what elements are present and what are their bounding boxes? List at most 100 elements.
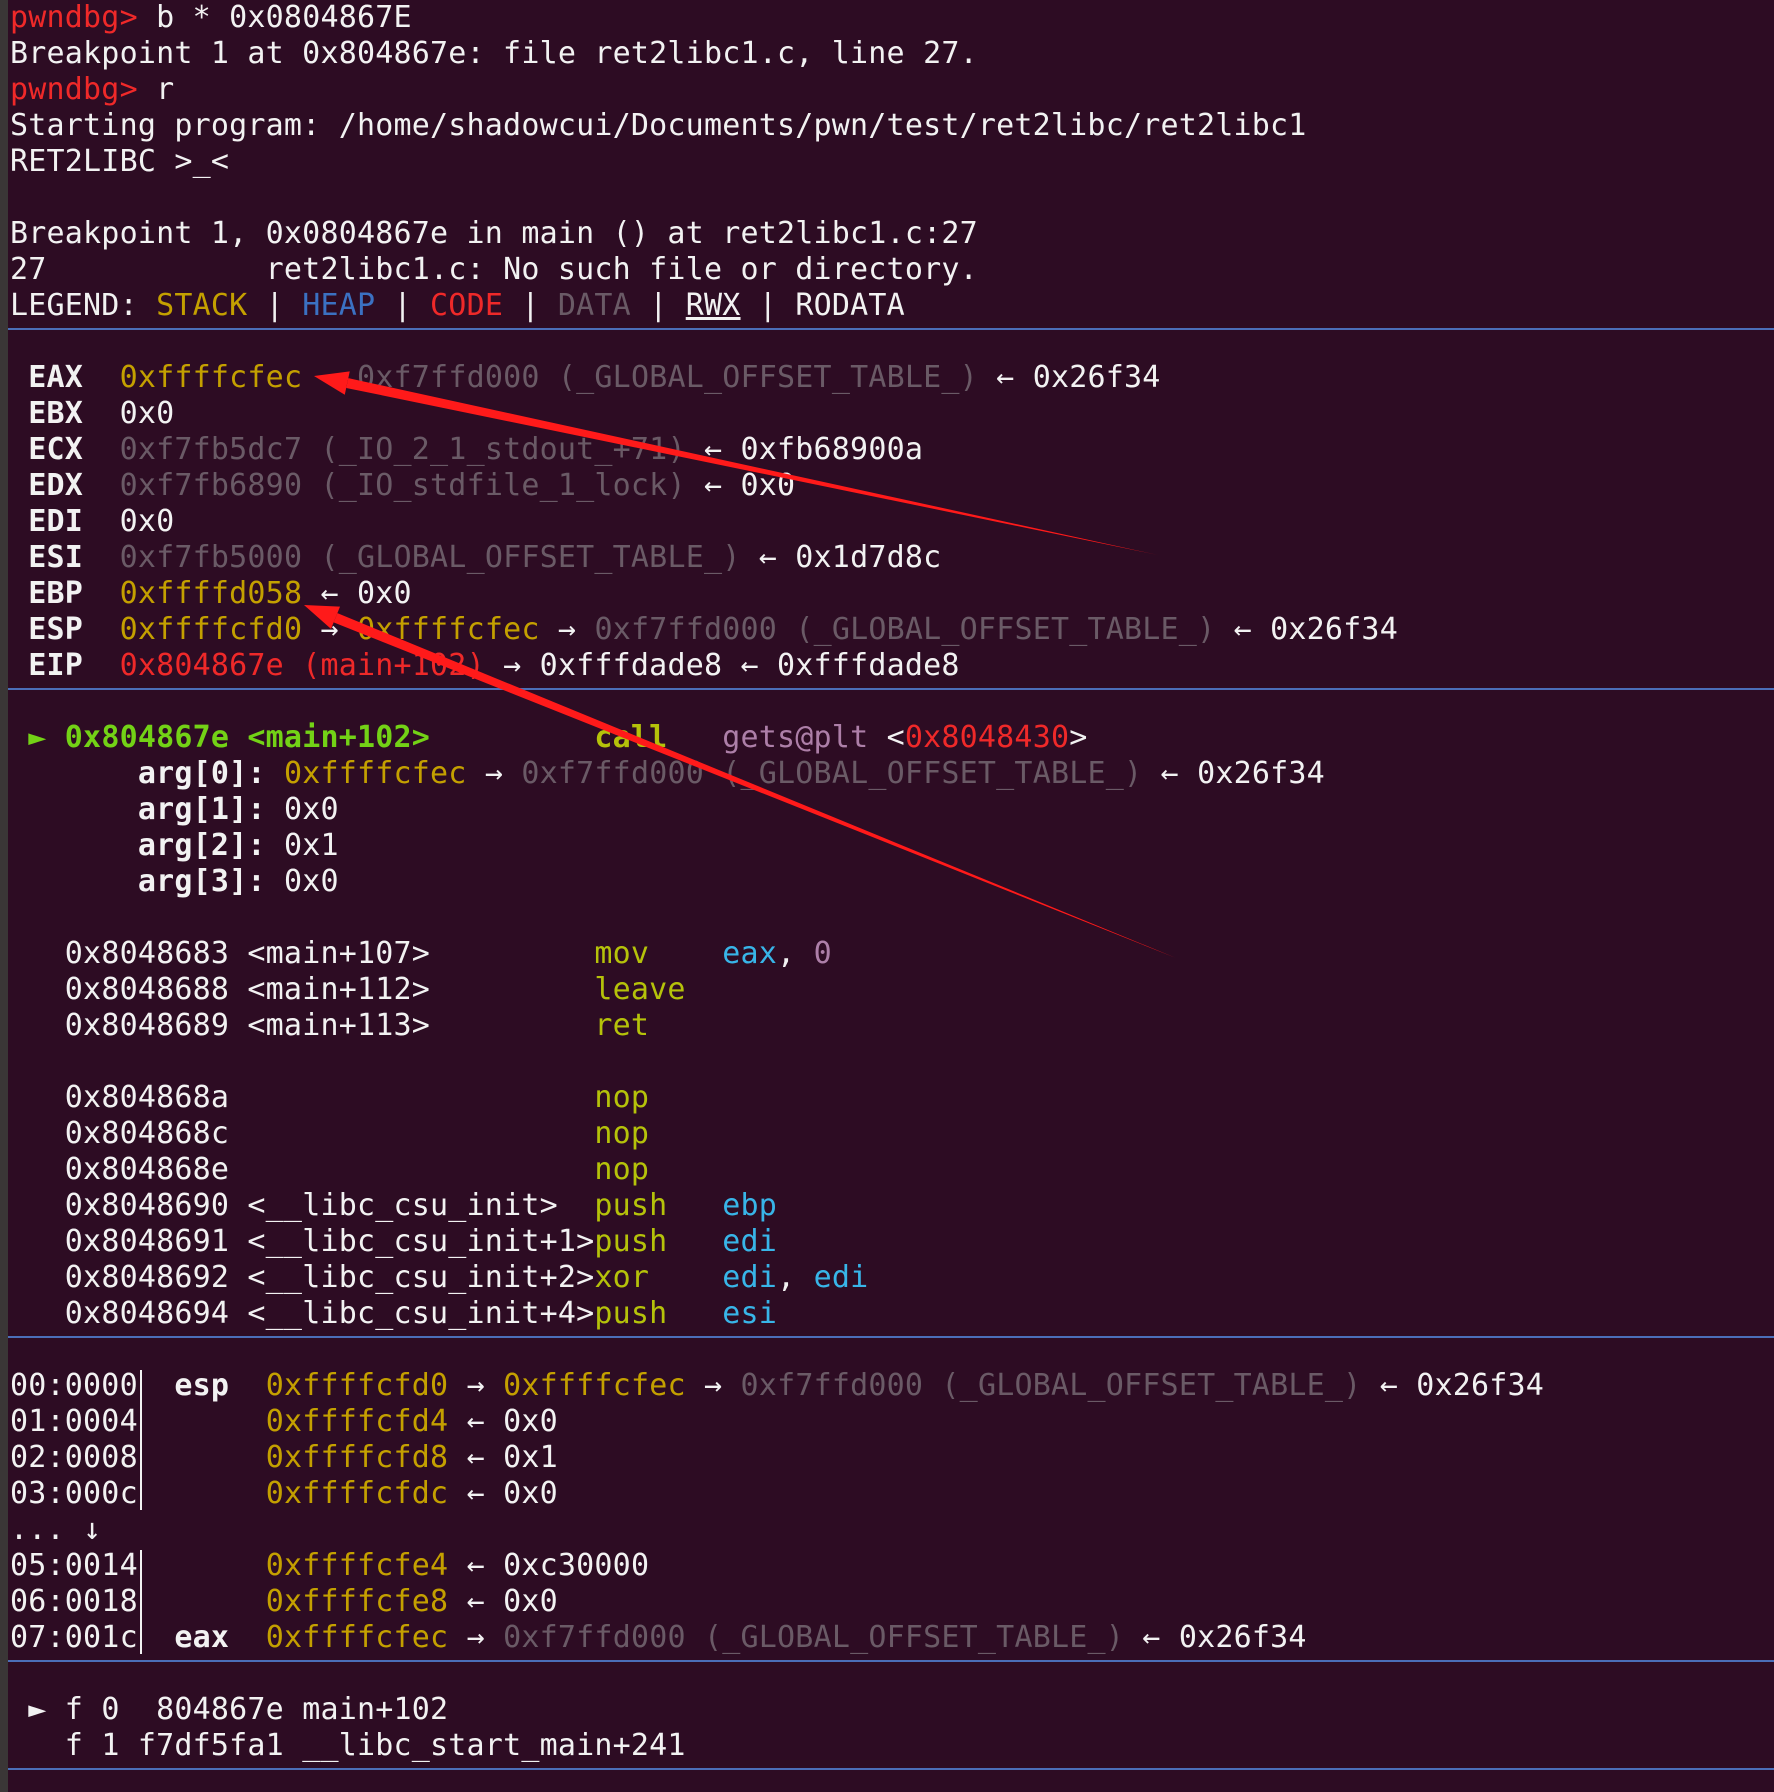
mnemonic: call [594, 720, 723, 755]
mnemonic: push [594, 1224, 723, 1259]
disasm-line: 0x8048689 <main+113> ret [10, 1008, 649, 1044]
disasm-line: 0x8048683 <main+107> mov eax, 0 [10, 936, 832, 972]
stack-value: → [685, 1368, 741, 1403]
register-row: EAX 0xffffcfec → 0xf7ffd000 (_GLOBAL_OFF… [10, 360, 1161, 396]
register-chain: → [302, 360, 358, 395]
stack-value: ← 0x0 [448, 1476, 558, 1511]
instruction-address: 0x8048683 <main+107> [64, 936, 595, 971]
register-chain: ← 0x26f34 [977, 360, 1161, 395]
stack-offset: 01:0004 [10, 1404, 138, 1439]
terminal-window[interactable]: pwndbg> b * 0x0804867E Breakpoint 1 at 0x… [8, 0, 1774, 1792]
register-name: EDI [28, 504, 84, 539]
stack-address: 0xffffcfd4 [265, 1404, 449, 1439]
stack-value: ← 0x0 [448, 1584, 558, 1619]
register-name: EBP [28, 576, 84, 611]
instruction-address: 0x8048694 <__libc_csu_init+4> [64, 1296, 595, 1331]
register-chain: → [539, 612, 595, 647]
register-value: 0x804867e (main+102) [119, 648, 485, 683]
register-row: EBP 0xffffd058 ← 0x0 [10, 576, 412, 612]
stack-divider [140, 1550, 143, 1654]
register-row: EDX 0xf7fb6890 (_IO_stdfile_1_lock) ← 0x… [10, 468, 795, 504]
current-address: 0x804867e <main+102> [64, 720, 595, 755]
frame-text: f 0 804867e main+102 [47, 1692, 449, 1727]
command-text: r [137, 72, 175, 107]
prompt-text: pwndbg> [10, 0, 138, 35]
instruction-address: 0x804868e [64, 1152, 595, 1187]
bracket: < [868, 720, 905, 755]
register-chain: → 0xfffdade8 ← 0xfffdade8 [484, 648, 960, 683]
register-value: 0xf7fb5dc7 (_IO_2_1_stdout_+71) [119, 432, 686, 467]
register-chain: ← 0x0 [685, 468, 796, 503]
disasm-line: 0x804868e nop [10, 1152, 649, 1188]
register-row: EIP 0x804867e (main+102) → 0xfffdade8 ← … [10, 648, 960, 684]
command-text: b * 0x0804867E [137, 0, 412, 35]
instruction-address: 0x804868c [64, 1116, 595, 1151]
call-argument: arg[2]: 0x1 [10, 828, 339, 864]
disasm-line: 0x804868c nop [10, 1116, 649, 1152]
register-value: 0x0 [119, 396, 175, 431]
stack-register [174, 1404, 229, 1439]
session-line: pwndbg> r [10, 72, 174, 108]
current-instruction: ► 0x804867e <main+102> call gets@plt <0x… [10, 720, 1087, 756]
mnemonic: ret [594, 1008, 650, 1043]
register-name: ECX [28, 432, 84, 467]
legend-data: DATA [557, 288, 631, 323]
arg-value: 0xffffcfec [283, 756, 467, 791]
session-line: Breakpoint 1, 0x0804867e in main () at r… [10, 216, 978, 252]
operand: edi [813, 1260, 869, 1295]
session-line: 27 ret2libc1.c: No such file or director… [10, 252, 978, 288]
register-name: EDX [28, 468, 84, 503]
backtrace-frame: f 1 f7df5fa1 __libc_start_main+241 [10, 1728, 686, 1764]
register-chain: 0xf7ffd000 (_GLOBAL_OFFSET_TABLE_) [357, 360, 978, 395]
output-text: Breakpoint 1, 0x0804867e in main () at r… [10, 216, 978, 251]
stack-value: → [448, 1620, 504, 1655]
stack-row: 03:000c 0xffffcfdc ← 0x0 [10, 1476, 558, 1512]
stack-register: eax [174, 1620, 230, 1655]
stack-register [174, 1476, 229, 1511]
stack-value: 0xf7ffd000 (_GLOBAL_OFFSET_TABLE_) [740, 1368, 1362, 1403]
arg-value: 0x0 [283, 792, 339, 827]
instruction-address: 0x8048691 <__libc_csu_init+1> [64, 1224, 595, 1259]
arg-value: ← 0x26f34 [1142, 756, 1325, 791]
legend-rodata: RODATA [795, 288, 905, 323]
register-chain: ← 0xfb68900a [685, 432, 924, 467]
stack-offset: 03:000c [10, 1476, 138, 1511]
mnemonic: leave [594, 972, 686, 1007]
operand: eax [722, 936, 778, 971]
stack-address: 0xffffcfec [265, 1620, 449, 1655]
stack-register [174, 1584, 229, 1619]
stack-value: 0xf7ffd000 (_GLOBAL_OFFSET_TABLE_) [503, 1620, 1125, 1655]
register-name: ESI [28, 540, 84, 575]
legend-sep: | [247, 288, 303, 323]
stack-row: 02:0008 0xffffcfd8 ← 0x1 [10, 1440, 558, 1476]
stack-address: 0xffffcfd8 [265, 1440, 449, 1475]
register-value: 0xffffd058 [119, 576, 303, 611]
separator-registers [8, 328, 1774, 330]
stack-value: 0xffffcfec [503, 1368, 686, 1403]
